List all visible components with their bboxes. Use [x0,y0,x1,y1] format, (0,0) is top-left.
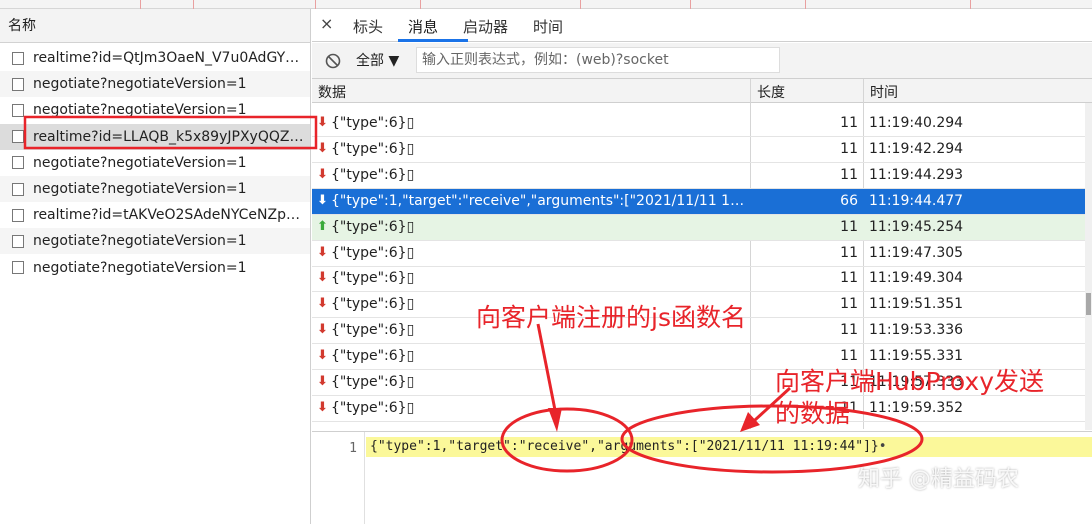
annotation-arrowhead [740,412,760,432]
selected-request-highlight-box [23,115,318,150]
annotation-overlay [23,115,924,474]
annotation-arrowhead [548,408,562,432]
target-highlight-ellipse [500,407,634,473]
annotation-arrow-line [536,323,557,411]
annotation-function-name: 向客户端注册的js函数名 [476,303,746,332]
annotation-data-line1: 向客户端HubProxy发送 [775,367,1044,396]
watermark: 知乎 @精益码农 [858,467,1019,492]
annotation-data-line2: 的数据 [775,399,851,428]
